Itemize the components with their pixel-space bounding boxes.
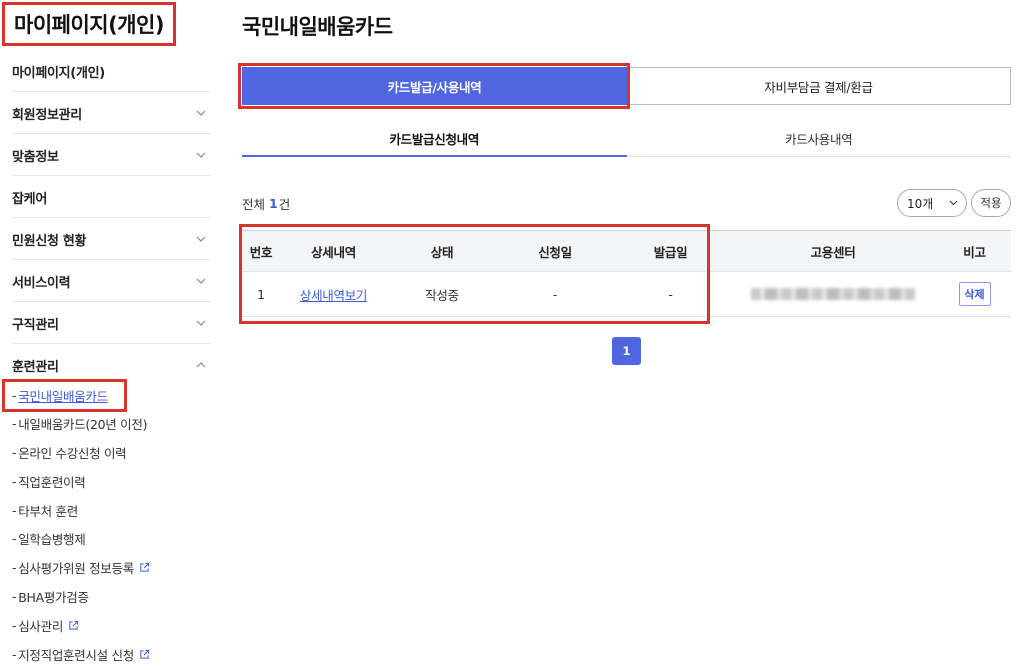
chevron-down-icon <box>194 232 208 246</box>
sub-tabs: 카드발급신청내역 카드사용내역 <box>242 121 1011 157</box>
page-size-select[interactable]: 10개 <box>897 189 967 217</box>
chevron-down-icon <box>194 274 208 288</box>
sidebar-subitem-bha[interactable]: - BHA평가검증 <box>12 584 89 608</box>
total-count: 전체 1 건 <box>242 195 291 212</box>
sidebar-subitem-other-ministry[interactable]: - 타부처 훈련 <box>12 498 78 522</box>
sidebar-item-label: 민원신청 현황 <box>12 233 87 249</box>
sidebar-item-label: 회원정보관리 <box>12 107 82 123</box>
subtab-card-usage[interactable]: 카드사용내역 <box>627 121 1012 156</box>
tab-self-payment-refund[interactable]: 자비부담금 결제/환급 <box>627 67 1011 105</box>
chevron-up-icon <box>194 358 208 372</box>
sidebar-subitem-national-card[interactable]: - 국민내일배움카드 <box>12 383 108 407</box>
sidebar-subitem-work-study[interactable]: - 일학습병행제 <box>12 526 86 550</box>
sidebar-subitem-online-history[interactable]: - 온라인 수강신청 이력 <box>12 440 127 464</box>
highlight-box-table <box>239 224 710 324</box>
sidebar-item-label: 훈련관리 <box>12 359 59 375</box>
chevron-down-icon <box>949 200 958 206</box>
delete-button[interactable]: 삭제 <box>958 282 991 306</box>
chevron-down-icon <box>194 148 208 162</box>
subtab-issue-application[interactable]: 카드발급신청내역 <box>242 121 627 157</box>
page-size-value: 10개 <box>907 196 934 211</box>
external-link-icon <box>68 620 79 631</box>
external-link-icon <box>139 649 150 660</box>
sidebar-subitem-training-history[interactable]: - 직업훈련이력 <box>12 469 86 493</box>
redacted-text <box>751 288 915 300</box>
sidebar-subitem-reviewer-register[interactable]: - 심사평가위원 정보등록 <box>12 555 150 579</box>
sidebar: 마이페이지(개인) 마이페이지(개인) 회원정보관리 맞춤정보 잡케어 민원신청… <box>0 0 220 670</box>
chevron-down-icon <box>194 316 208 330</box>
sidebar-item-label: 마이페이지(개인) <box>12 65 105 81</box>
sidebar-title: 마이페이지(개인) <box>2 2 176 46</box>
row-note: 삭제 <box>938 272 1011 316</box>
sidebar-item-jobcare[interactable]: 잡케어 <box>12 176 210 218</box>
sidebar-item-custom-info[interactable]: 맞춤정보 <box>12 134 210 176</box>
sidebar-subitem-card-pre20[interactable]: - 내일배움카드(20년 이전) <box>12 411 147 435</box>
page-title: 국민내일배움카드 <box>242 15 393 39</box>
sidebar-item-label: 맞춤정보 <box>12 149 59 165</box>
sidebar-item-service-history[interactable]: 서비스이력 <box>12 260 210 302</box>
chevron-down-icon <box>194 106 208 120</box>
external-link-icon <box>139 562 150 573</box>
total-count-value: 1 <box>269 195 278 211</box>
sidebar-item-job-search[interactable]: 구직관리 <box>12 302 210 344</box>
sidebar-item-label: 구직관리 <box>12 317 59 333</box>
header-employment-center: 고용센터 <box>810 244 856 260</box>
row-employment-center <box>728 272 938 316</box>
pagination-current-page[interactable]: 1 <box>612 337 641 365</box>
apply-button[interactable]: 적용 <box>971 189 1011 217</box>
sidebar-item-mypage[interactable]: 마이페이지(개인) <box>12 50 210 92</box>
sidebar-subitem-facility-apply[interactable]: - 지정직업훈련시설 신청 <box>12 642 150 666</box>
sidebar-item-civil-status[interactable]: 민원신청 현황 <box>12 218 210 260</box>
sidebar-item-label: 잡케어 <box>12 191 47 207</box>
highlight-box-tab <box>238 63 630 109</box>
sidebar-item-member-info[interactable]: 회원정보관리 <box>12 92 210 134</box>
sidebar-item-label: 서비스이력 <box>12 275 71 291</box>
sidebar-subitem-review-manage[interactable]: - 심사관리 <box>12 613 79 637</box>
header-note: 비고 <box>963 244 986 260</box>
